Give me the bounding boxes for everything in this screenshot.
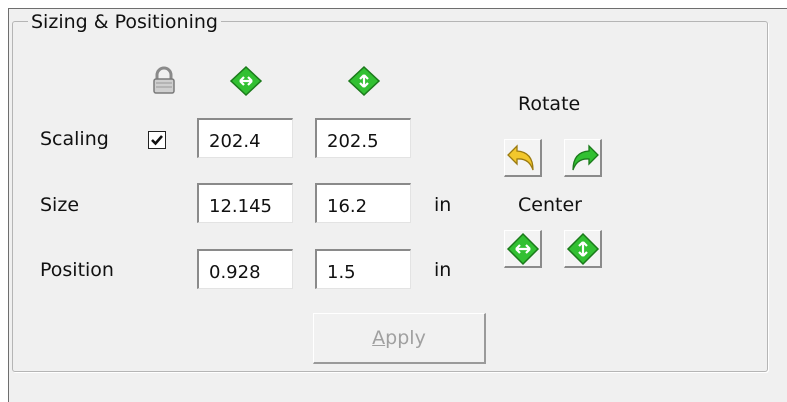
resize-horizontal-icon <box>228 64 264 98</box>
apply-button[interactable]: Apply <box>313 313 486 364</box>
size-label: Size <box>40 194 80 216</box>
position-label: Position <box>40 259 114 281</box>
center-label: Center <box>518 194 582 216</box>
rotate-left-button[interactable] <box>504 139 542 177</box>
size-width-input[interactable] <box>197 183 293 223</box>
position-x-input[interactable] <box>197 249 293 289</box>
position-unit-label: in <box>434 259 452 281</box>
scaling-height-input[interactable] <box>315 118 411 158</box>
rotate-label: Rotate <box>518 93 581 115</box>
scaling-label: Scaling <box>40 128 109 150</box>
position-y-input[interactable] <box>315 249 411 289</box>
rotate-right-button[interactable] <box>564 139 602 177</box>
lock-icon <box>146 64 182 98</box>
checkmark-icon <box>151 135 163 146</box>
size-unit-label: in <box>434 194 452 216</box>
center-horizontal-icon <box>506 232 540 266</box>
rotate-right-icon <box>572 144 599 171</box>
size-height-input[interactable] <box>315 183 411 223</box>
rotate-left-icon <box>507 144 534 171</box>
center-vertical-icon <box>566 232 600 266</box>
apply-label: pply <box>385 327 426 349</box>
resize-vertical-icon <box>346 64 382 98</box>
apply-mnemonic: A <box>372 327 386 349</box>
group-title: Sizing & Positioning <box>28 10 221 34</box>
center-vertical-button[interactable] <box>564 230 602 268</box>
center-horizontal-button[interactable] <box>504 230 542 268</box>
scaling-lock-checkbox[interactable] <box>148 131 166 149</box>
scaling-width-input[interactable] <box>197 118 293 158</box>
